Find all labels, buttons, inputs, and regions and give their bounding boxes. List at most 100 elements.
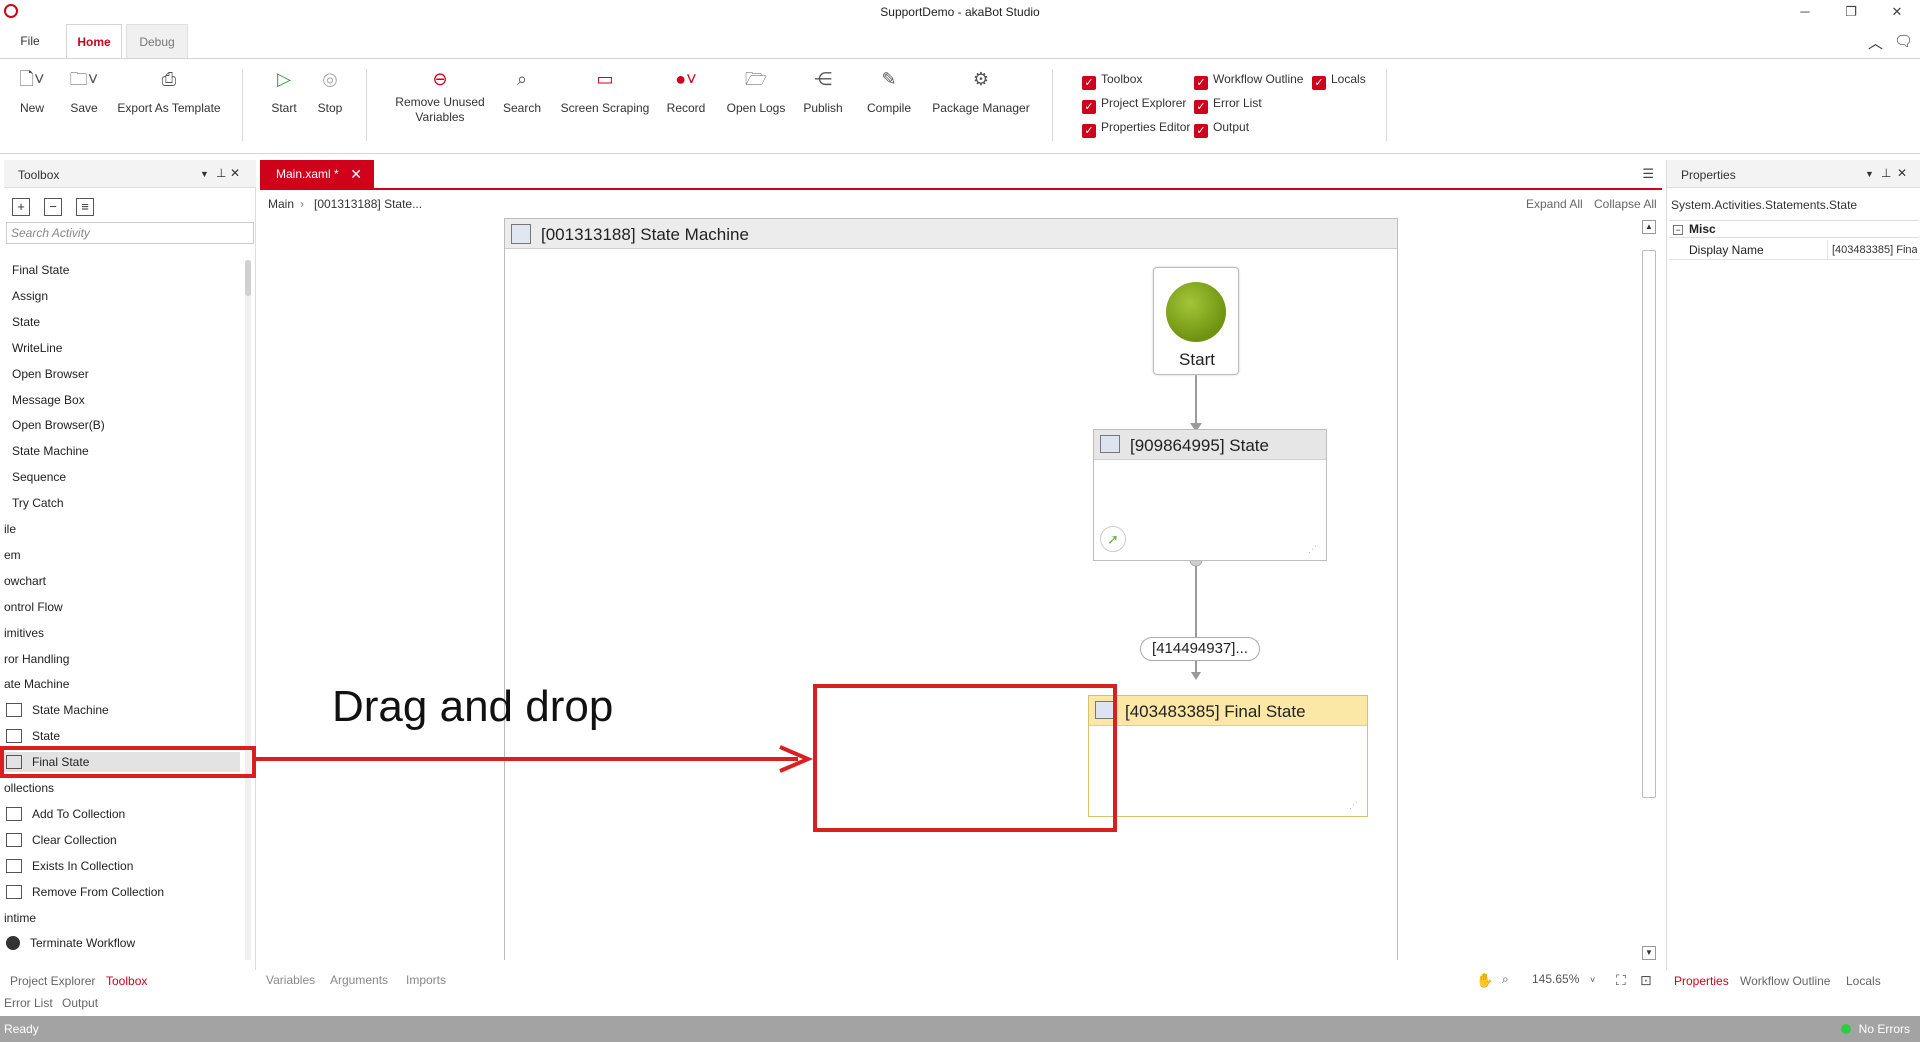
checkbox-locals[interactable]: ✓ Locals	[1312, 71, 1366, 90]
search-button[interactable]: ⌕ Search	[500, 67, 544, 116]
resize-grip-icon[interactable]: ⋰	[1308, 544, 1320, 554]
checkbox-project-explorer[interactable]: ✓ Project Explorer	[1082, 95, 1186, 114]
tab-file[interactable]: File	[10, 24, 50, 58]
toolbox-item[interactable]: State	[6, 726, 60, 746]
canvas-vertical-scrollbar[interactable]: ▲ ▼	[1642, 220, 1656, 960]
pan-hand-icon[interactable]: ✋	[1476, 972, 1493, 989]
tab-properties[interactable]: Properties	[1674, 974, 1729, 988]
resize-grip-icon[interactable]: ⋰	[1349, 800, 1361, 810]
collapse-all-icon[interactable]: −	[44, 198, 62, 216]
package-manager-button[interactable]: ⚙ Package Manager	[926, 67, 1036, 116]
tab-imports[interactable]: Imports	[406, 973, 446, 987]
toolbox-item[interactable]: Clear Collection	[6, 830, 117, 850]
toolbox-item[interactable]: Message Box	[12, 390, 85, 410]
zoom-level[interactable]: 145.65%	[1532, 972, 1579, 986]
record-button[interactable]: ●˅ Record	[664, 67, 708, 116]
stop-button[interactable]: ◎ Stop	[312, 67, 348, 116]
close-icon[interactable]: ✕	[1882, 2, 1912, 22]
display-name-field[interactable]: [403483385] Final State	[1827, 240, 1917, 260]
tab-error-list[interactable]: Error List	[4, 996, 53, 1010]
transition-label[interactable]: [414494937]...	[1140, 637, 1260, 661]
collapse-category-icon[interactable]: −	[1673, 225, 1683, 235]
state-activity[interactable]: [909864995] State ➚ ⋰	[1093, 429, 1327, 561]
tab-home[interactable]: Home	[66, 24, 122, 58]
toolbox-item[interactable]: Exists In Collection	[6, 856, 133, 876]
tab-variables[interactable]: Variables	[266, 973, 315, 987]
dropdown-icon[interactable]: ▼	[1865, 169, 1874, 179]
zoom-dropdown-icon[interactable]: ˅	[1590, 975, 1595, 985]
toolbox-category[interactable]: imitives	[4, 623, 44, 643]
tab-locals[interactable]: Locals	[1846, 974, 1881, 988]
toolbox-category[interactable]: em	[4, 545, 21, 565]
open-logs-button[interactable]: 🗁 Open Logs	[722, 67, 790, 116]
toolbox-category[interactable]: owchart	[4, 571, 46, 591]
restore-icon[interactable]: ❐	[1836, 2, 1866, 22]
toolbox-item[interactable]: State Machine	[6, 700, 109, 720]
checkbox-error-list[interactable]: ✓ Error List	[1194, 95, 1262, 114]
pin-icon[interactable]: ⊥	[216, 166, 226, 180]
tab-arguments[interactable]: Arguments	[330, 973, 388, 987]
minimize-icon[interactable]: ─	[1790, 2, 1820, 22]
toolbox-category[interactable]: intime	[4, 908, 36, 928]
feedback-icon[interactable]: 🗨	[1894, 32, 1913, 50]
toolbox-item[interactable]: Terminate Workflow	[6, 933, 135, 953]
breadcrumb-main[interactable]: Main	[268, 197, 294, 211]
state-machine-container[interactable]: [001313188] State Machine Start [9098649…	[504, 218, 1398, 960]
toolbox-item[interactable]: Assign	[12, 286, 48, 306]
start-button[interactable]: ▷ Start	[266, 67, 302, 116]
publish-button[interactable]: ⋲ Publish	[800, 67, 846, 116]
toolbox-scrollbar[interactable]	[245, 260, 251, 960]
dropdown-icon[interactable]: ▼	[200, 169, 209, 179]
checkbox-workflow-outline[interactable]: ✓ Workflow Outline	[1194, 71, 1303, 90]
zoom-icon[interactable]: ⌕	[1502, 972, 1509, 987]
workflow-designer-canvas[interactable]: [001313188] State Machine Start [9098649…	[260, 216, 1662, 962]
checkbox-output[interactable]: ✓ Output	[1194, 119, 1249, 138]
close-panel-icon[interactable]: ✕	[1897, 166, 1907, 180]
tab-main-xaml[interactable]: Main.xaml * ✕	[260, 160, 374, 188]
screen-scraping-button[interactable]: ▭ Screen Scraping	[560, 67, 650, 116]
start-node[interactable]: Start	[1153, 267, 1239, 375]
toolbox-item[interactable]: Try Catch	[12, 493, 64, 513]
scroll-thumb[interactable]	[245, 260, 251, 296]
scroll-up-icon[interactable]: ▲	[1642, 220, 1656, 234]
checkbox-properties-editor[interactable]: ✓ Properties Editor	[1082, 119, 1190, 138]
fit-to-screen-icon[interactable]: ⛶	[1616, 972, 1626, 989]
toolbox-item[interactable]: WriteLine	[12, 338, 62, 358]
pin-icon[interactable]: ⊥	[1881, 166, 1891, 180]
save-button[interactable]: 🗀˅ Save	[66, 67, 102, 116]
collapse-all-link[interactable]: Collapse All	[1594, 197, 1657, 211]
remove-unused-variables-button[interactable]: ⊖ Remove Unused Variables	[392, 67, 488, 125]
checkbox-toolbox[interactable]: ✓ Toolbox	[1082, 71, 1142, 90]
tab-toolbox[interactable]: Toolbox	[106, 974, 147, 988]
toolbox-category[interactable]: ile	[4, 519, 16, 539]
overview-map-icon[interactable]: ⊡	[1640, 972, 1652, 989]
toolbox-item[interactable]: State	[12, 312, 40, 332]
expand-all-icon[interactable]: +	[12, 198, 30, 216]
tab-list-icon[interactable]: ☰	[1642, 166, 1654, 182]
toolbox-item[interactable]: Final State	[12, 260, 69, 280]
close-tab-icon[interactable]: ✕	[350, 160, 362, 188]
toolbox-item[interactable]: State Machine	[12, 441, 89, 461]
tab-output[interactable]: Output	[62, 996, 98, 1010]
property-category-misc[interactable]: − Misc	[1669, 220, 1919, 238]
new-button[interactable]: 🗋˅ New	[14, 67, 50, 116]
entry-action-icon[interactable]: ➚	[1100, 526, 1126, 552]
toolbox-item[interactable]: Add To Collection	[6, 804, 125, 824]
search-activity-input[interactable]: Search Activity	[6, 222, 254, 244]
tab-project-explorer[interactable]: Project Explorer	[10, 974, 95, 988]
toolbox-category[interactable]: ollections	[4, 778, 54, 798]
compile-button[interactable]: ✎ Compile	[862, 67, 916, 116]
toolbox-item[interactable]: Remove From Collection	[6, 882, 164, 902]
toolbox-item[interactable]: Sequence	[12, 467, 66, 487]
close-panel-icon[interactable]: ✕	[230, 166, 240, 180]
tab-debug[interactable]: Debug	[126, 24, 188, 58]
tab-workflow-outline[interactable]: Workflow Outline	[1740, 974, 1830, 988]
export-as-template-button[interactable]: ⎙ Export As Template	[114, 67, 224, 116]
toolbox-item[interactable]: Open Browser(B)	[12, 415, 105, 435]
scroll-down-icon[interactable]: ▼	[1642, 946, 1656, 960]
toolbox-item[interactable]: Open Browser	[12, 364, 89, 384]
toolbox-category[interactable]: ror Handling	[4, 649, 69, 669]
collapse-ribbon-icon[interactable]: ︿	[1868, 32, 1883, 53]
scroll-track[interactable]	[1642, 250, 1656, 798]
breadcrumb-state-machine[interactable]: [001313188] State...	[314, 197, 422, 211]
